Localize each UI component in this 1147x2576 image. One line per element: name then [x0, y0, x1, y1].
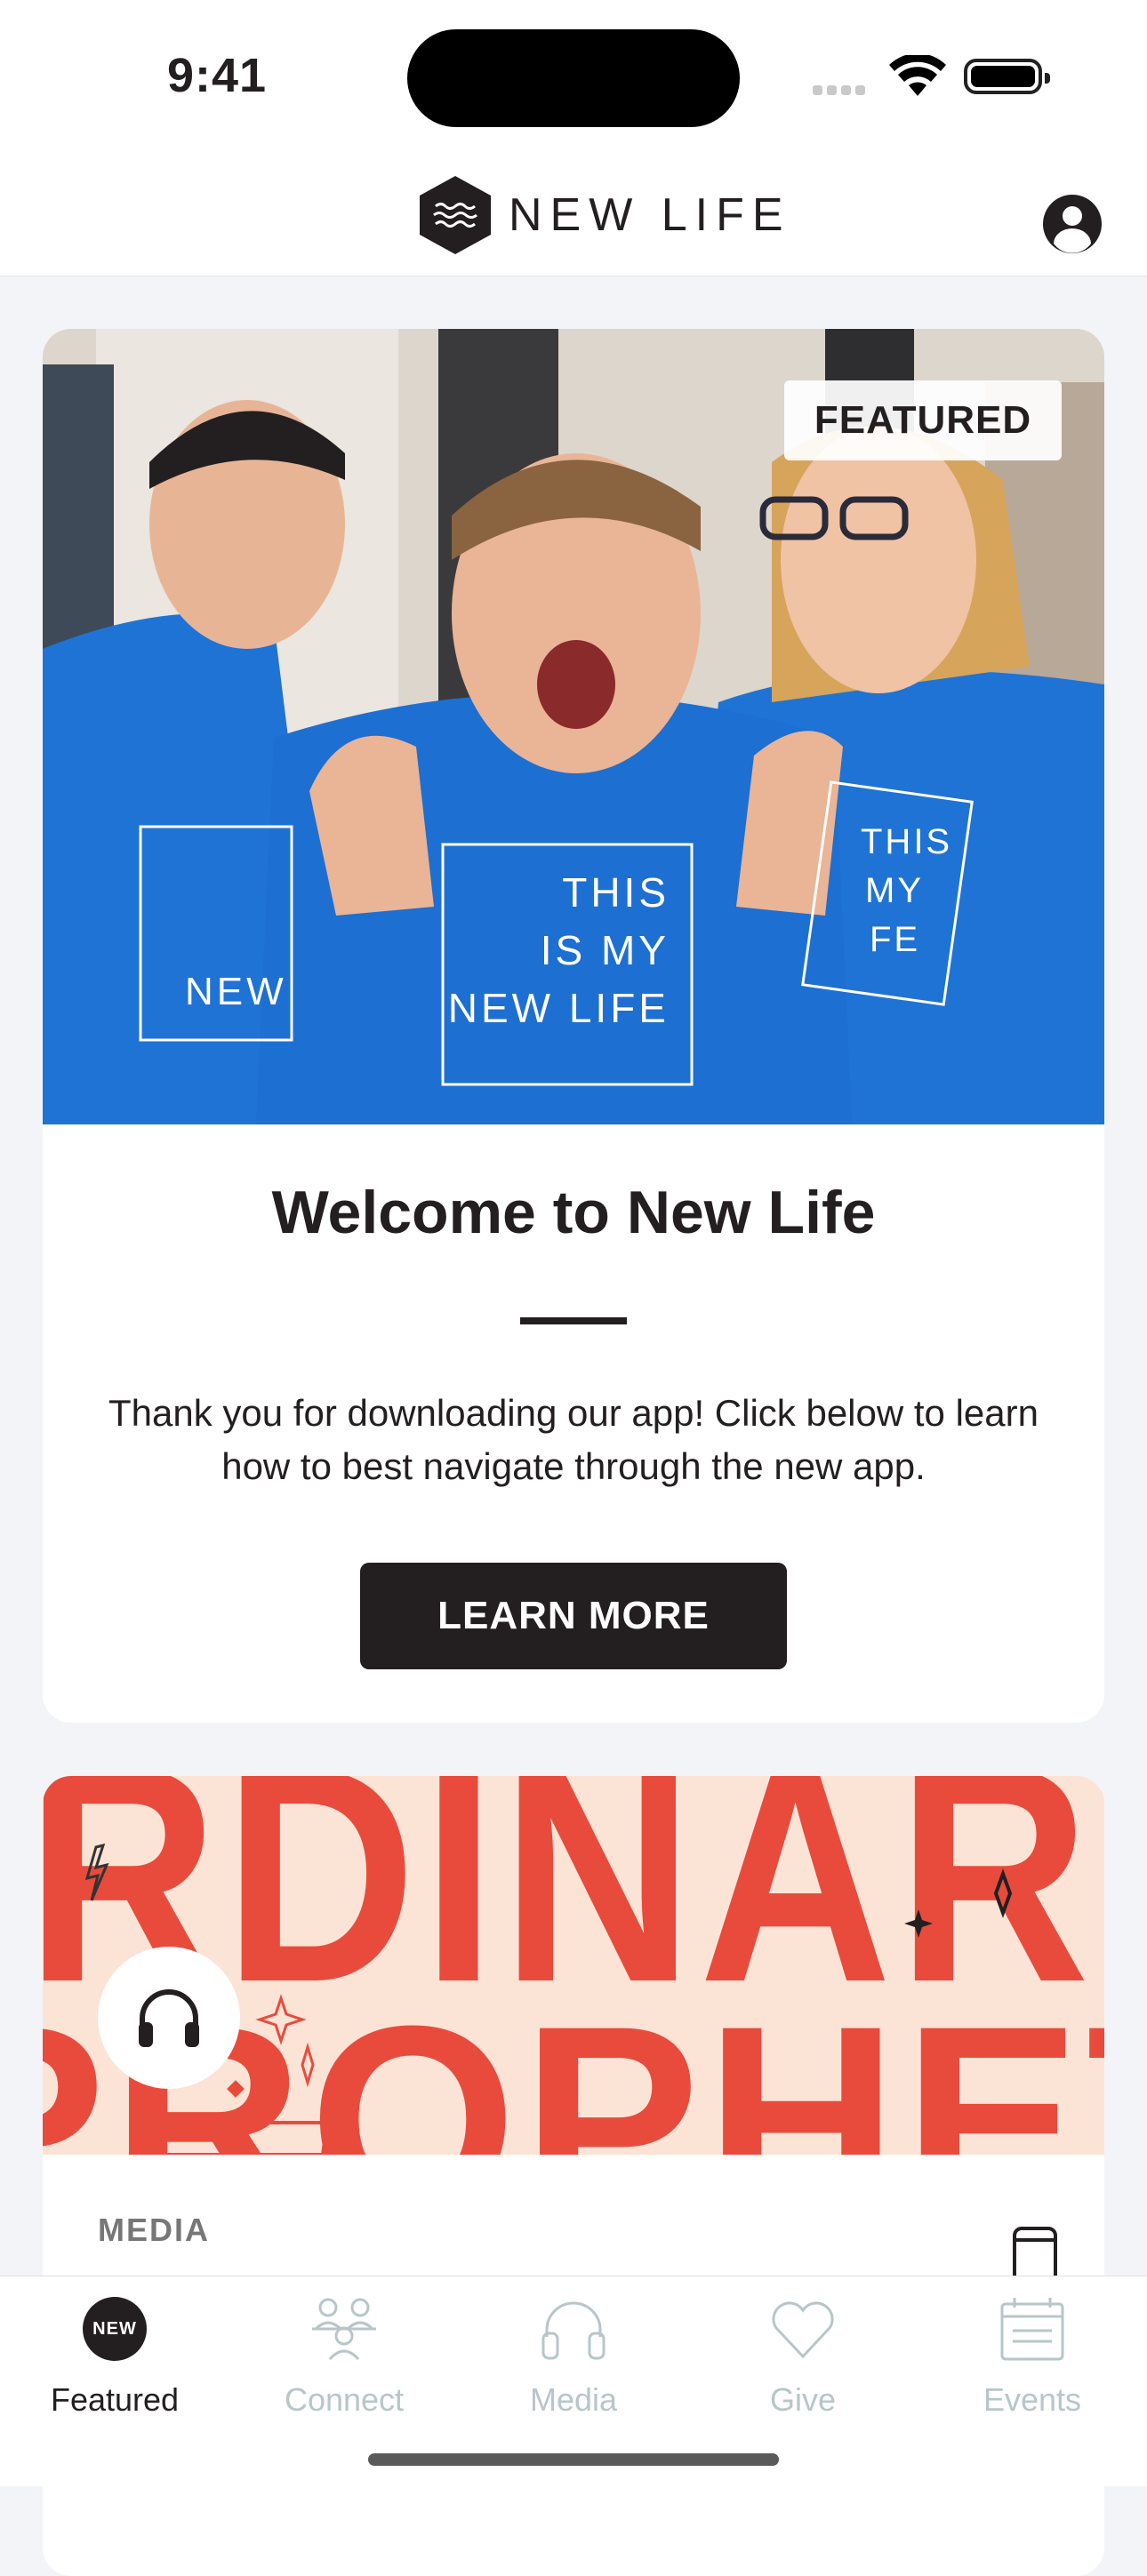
status-time: 9:41: [167, 49, 268, 102]
battery-icon: [964, 59, 1050, 94]
tab-connect[interactable]: Connect: [229, 2276, 459, 2436]
headphones-icon: [139, 1989, 199, 2047]
brand-name: NEW LIFE: [509, 189, 791, 241]
featured-badge: FEATURED: [784, 380, 1062, 460]
heart-icon: [758, 2289, 847, 2369]
tab-give[interactable]: Give: [688, 2276, 918, 2436]
title-divider: [520, 1317, 627, 1324]
new-badge: NEW: [83, 2297, 147, 2361]
card-title: Welcome to New Life: [271, 1179, 876, 1246]
shirt-text-line-2: IS MY: [541, 927, 670, 973]
wifi-icon: [889, 55, 946, 96]
tab-label-media: Media: [529, 2381, 618, 2418]
tab-label-events: Events: [983, 2381, 1082, 2418]
featured-hero-image: THIS IS MY NEW LIFE NEW THIS MY FE FEATU…: [43, 329, 1104, 1124]
media-artwork: ORDINARY PROPHETS: [43, 1776, 1104, 2155]
tab-label-give: Give: [769, 2381, 837, 2418]
app-header: NEW LIFE: [0, 151, 1147, 276]
tab-label-connect: Connect: [284, 2381, 405, 2418]
tab-events[interactable]: Events: [918, 2276, 1147, 2436]
people-icon: [300, 2289, 389, 2369]
shirt-text-right-3: FE: [870, 920, 920, 959]
calendar-icon: [988, 2289, 1077, 2369]
tab-label-featured: Featured: [50, 2381, 180, 2418]
status-bar: 9:41: [0, 0, 1147, 151]
card-body-text: Thank you for downloading our app! Click…: [108, 1392, 1039, 1487]
profile-icon[interactable]: [1040, 192, 1104, 256]
brand-logo[interactable]: NEW LIFE: [414, 174, 791, 256]
shirt-text-right-2: MY: [865, 871, 924, 910]
featured-card[interactable]: THIS IS MY NEW LIFE NEW THIS MY FE FEATU…: [43, 329, 1104, 1723]
audio-button[interactable]: [98, 1947, 240, 2089]
headphones-icon: [529, 2289, 618, 2369]
tab-media[interactable]: Media: [459, 2276, 688, 2436]
dynamic-island: [407, 29, 740, 127]
learn-more-button[interactable]: LEARN MORE: [360, 1563, 787, 1669]
shirt-text-line-1: THIS: [562, 869, 670, 916]
shirt-text-right-1: THIS: [861, 822, 952, 861]
logo-mark-icon: [420, 176, 491, 254]
new-badge-icon: NEW: [70, 2289, 159, 2369]
media-label: MEDIA: [98, 2212, 210, 2248]
shirt-text-left: NEW: [185, 970, 287, 1013]
cellular-signal-icon: [813, 84, 870, 100]
home-indicator[interactable]: [368, 2453, 779, 2466]
tab-featured[interactable]: NEW Featured: [0, 2276, 229, 2436]
shirt-text-line-3: NEW LIFE: [448, 985, 670, 1031]
